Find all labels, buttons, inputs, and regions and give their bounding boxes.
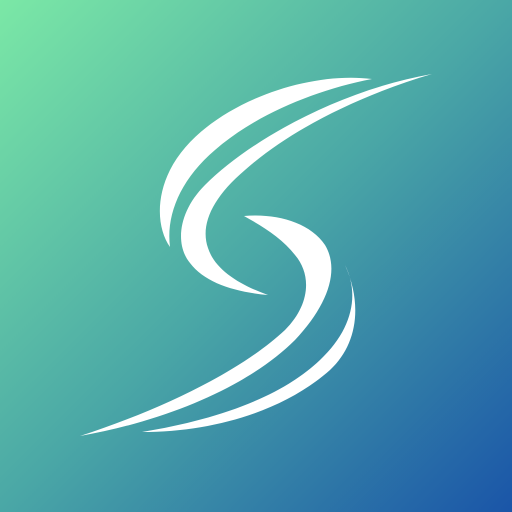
logo-canvas: [0, 0, 512, 512]
app-icon: [0, 0, 512, 512]
gradient-background: [0, 0, 512, 512]
